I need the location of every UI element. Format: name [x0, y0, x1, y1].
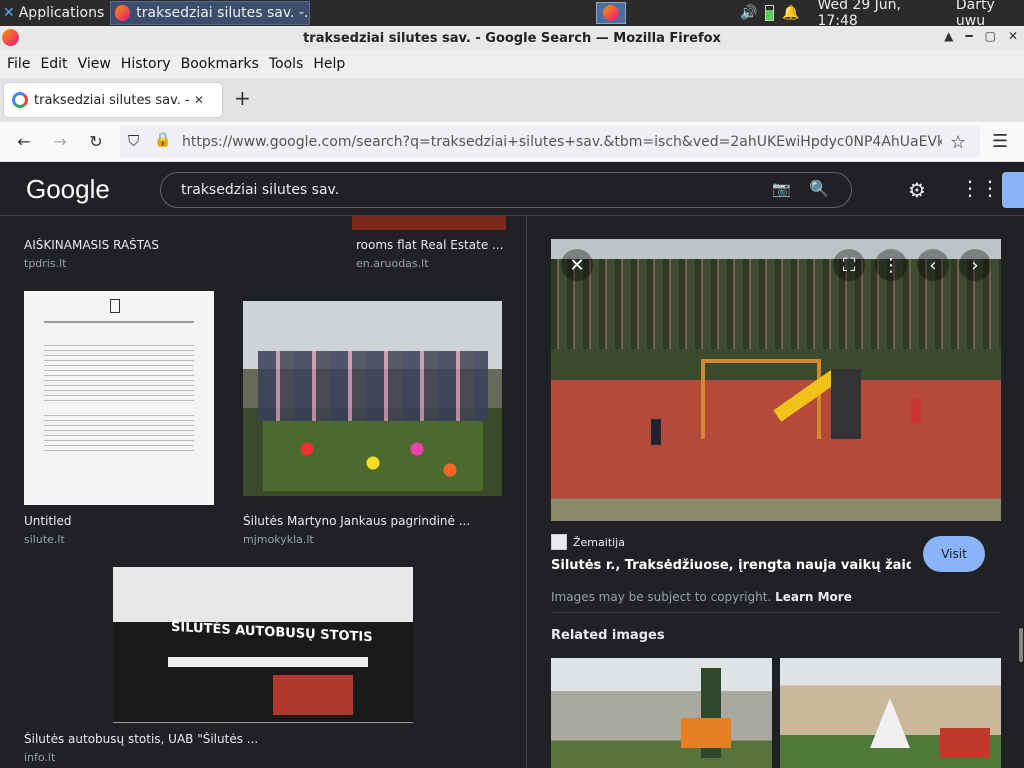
result-title[interactable]: AIŠKINAMASIS RAŠTAS	[24, 238, 159, 252]
related-image-2[interactable]	[780, 658, 1001, 768]
search-box[interactable]: 📷 🔍	[160, 172, 852, 208]
close-icon[interactable]: ✕	[1008, 29, 1018, 43]
camera-search-icon[interactable]: 📷	[772, 180, 791, 198]
menu-edit[interactable]: Edit	[40, 56, 67, 72]
preview-source[interactable]: Žemaitija	[551, 534, 625, 550]
result-image-document[interactable]	[24, 291, 214, 505]
google-header: Google 📷 🔍 ⚙ ⋮⋮⋮	[0, 162, 1024, 216]
back-arrow-icon[interactable]: ←	[6, 132, 42, 151]
lock-icon[interactable]: 🔒	[154, 132, 171, 148]
maximize-icon[interactable]: ▢	[985, 29, 996, 43]
google-logo[interactable]: Google	[26, 174, 110, 205]
copyright-notice: Images may be subject to copyright. Lear…	[551, 590, 852, 604]
result-title[interactable]: Šilutės Martyno Jankaus pagrindinė ...	[243, 514, 503, 528]
result-source[interactable]: silute.lt	[24, 533, 65, 546]
preview-image-playground[interactable]: ✕ ⛶ ⋮ ‹ ›	[551, 239, 1001, 521]
system-tray: 🔊 🔔 Wed 29 Jun, 17:48 Darty uwu	[740, 0, 1024, 29]
lens-search-icon[interactable]: ⛶	[833, 249, 865, 281]
search-icon[interactable]: 🔍	[809, 179, 829, 198]
menu-bar: File Edit View History Bookmarks Tools H…	[0, 50, 1024, 78]
menu-file[interactable]: File	[7, 56, 30, 72]
firefox-launcher-icon[interactable]	[596, 2, 626, 24]
volume-icon[interactable]: 🔊	[740, 5, 757, 21]
related-images-heading: Related images	[551, 628, 665, 643]
result-title[interactable]: rooms flat Real Estate ...	[356, 238, 506, 252]
next-image-icon[interactable]: ›	[959, 249, 991, 281]
window-title: traksedziai silutes sav. - Google Search…	[303, 30, 721, 46]
image-results-grid: AIŠKINAMASIS RAŠTAS tpdris.lt rooms flat…	[0, 216, 526, 768]
firefox-icon	[115, 5, 131, 21]
xfce-icon: ✕	[3, 5, 15, 21]
firefox-icon	[2, 29, 19, 46]
related-image-1[interactable]	[551, 658, 772, 768]
new-tab-button[interactable]: +	[234, 86, 251, 110]
taskbar: ✕ Applications traksedziai silutes sav. …	[0, 0, 1024, 29]
bookmark-star-icon[interactable]: ☆	[950, 132, 966, 153]
collapse-icon[interactable]: ▲	[944, 29, 953, 43]
close-preview-icon[interactable]: ✕	[561, 249, 593, 281]
reload-icon[interactable]: ↻	[78, 132, 114, 151]
copyright-text: Images may be subject to copyright.	[551, 590, 772, 604]
scrollbar-thumb[interactable]	[1019, 628, 1023, 662]
menu-bookmarks[interactable]: Bookmarks	[181, 56, 259, 72]
sign-in-button[interactable]	[1002, 172, 1024, 208]
applications-label: Applications	[18, 5, 105, 21]
menu-tools[interactable]: Tools	[269, 56, 304, 72]
result-title[interactable]: Šilutės autobusų stotis, UAB "Šilutės ..…	[24, 732, 258, 746]
clock[interactable]: Wed 29 Jun, 17:48	[817, 0, 937, 29]
result-title[interactable]: Untitled	[24, 514, 71, 528]
forward-arrow-icon[interactable]: →	[42, 132, 78, 151]
divider	[551, 612, 1001, 613]
previous-image-icon[interactable]: ‹	[917, 249, 949, 281]
minimize-icon[interactable]: ━	[965, 29, 972, 43]
tab-strip: traksedziai silutes sav. - Go ✕ +	[0, 78, 1024, 122]
result-image-children-flowers[interactable]	[243, 301, 502, 496]
taskbar-window-button[interactable]: traksedziai silutes sav. -...	[110, 1, 310, 25]
applications-menu-button[interactable]: ✕ Applications	[0, 0, 104, 26]
result-image-partial[interactable]	[352, 216, 506, 230]
hamburger-menu-icon[interactable]: ☰	[992, 131, 1008, 152]
more-options-icon[interactable]: ⋮	[875, 249, 907, 281]
preview-source-name: Žemaitija	[573, 535, 625, 549]
user-name[interactable]: Darty uwu	[956, 0, 1024, 29]
source-favicon-icon	[551, 534, 567, 550]
search-input[interactable]	[181, 180, 741, 200]
window-titlebar: traksedziai silutes sav. - Google Search…	[0, 26, 1024, 50]
result-source[interactable]: en.aruodas.lt	[356, 257, 429, 270]
notification-bell-icon[interactable]: 🔔	[782, 5, 799, 21]
preview-title[interactable]: Šilutės r., Traksėdžiuose, įrengta nauja…	[551, 558, 911, 573]
menu-help[interactable]: Help	[313, 56, 345, 72]
visit-button[interactable]: Visit	[923, 536, 985, 572]
result-source[interactable]: mjmokykla.lt	[243, 533, 314, 546]
tab-title: traksedziai silutes sav. - Go	[34, 92, 194, 108]
tab-close-icon[interactable]: ✕	[194, 93, 204, 107]
google-favicon-icon	[12, 92, 28, 108]
result-source[interactable]: info.lt	[24, 751, 55, 764]
url-text[interactable]: https://www.google.com/search?q=traksedz…	[182, 134, 942, 150]
settings-gear-icon[interactable]: ⚙	[908, 178, 926, 202]
result-source[interactable]: tpdris.lt	[24, 257, 66, 270]
menu-history[interactable]: History	[121, 56, 171, 72]
learn-more-link[interactable]: Learn More	[775, 590, 852, 604]
battery-icon[interactable]	[765, 5, 774, 21]
url-bar[interactable]: ⛉ 🔒 https://www.google.com/search?q=trak…	[120, 126, 980, 158]
browser-tab-active[interactable]: traksedziai silutes sav. - Go ✕	[4, 83, 222, 117]
menu-view[interactable]: View	[78, 56, 111, 72]
navigation-bar: ← → ↻ ⛉ 🔒 https://www.google.com/search?…	[0, 122, 1024, 162]
image-preview-panel: ✕ ⛶ ⋮ ‹ › Žemaitija Šilutės r., Traksėdž…	[526, 216, 1024, 768]
taskbar-window-title: traksedziai silutes sav. -...	[136, 5, 309, 21]
result-image-bus-station[interactable]: ŠILUTĖS AUTOBUSŲ STOTIS	[113, 567, 413, 723]
shield-icon[interactable]: ⛉	[128, 132, 139, 150]
